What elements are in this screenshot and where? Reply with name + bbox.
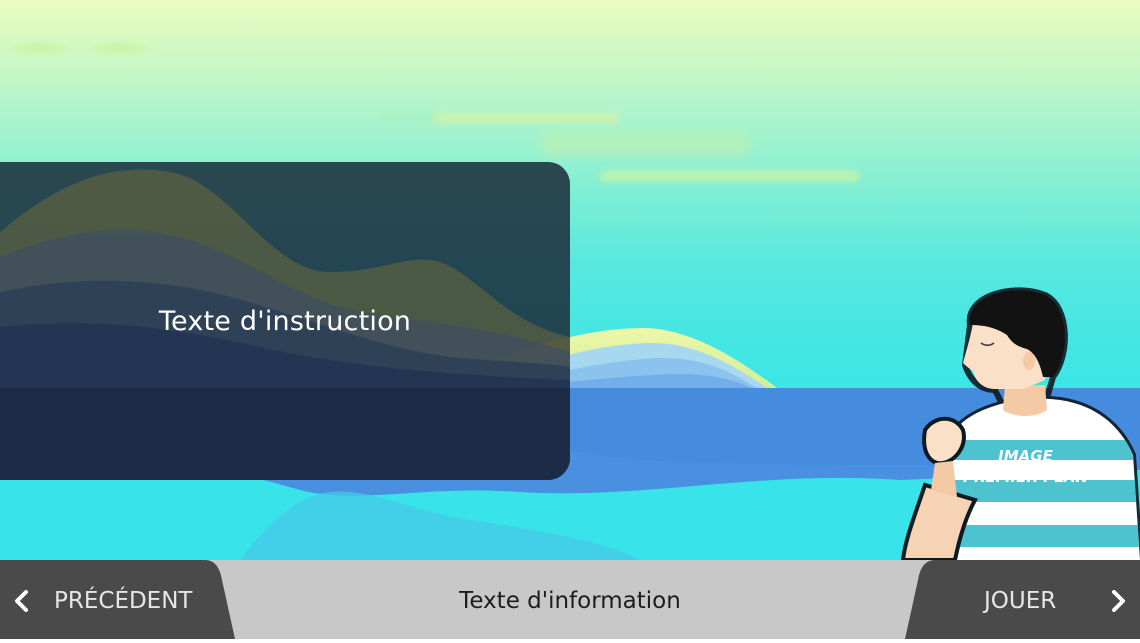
previous-button-label: PRÉCÉDENT	[54, 588, 193, 614]
chevron-right-icon	[1112, 590, 1125, 612]
foreground-image-label-line1: IMAGE	[998, 447, 1053, 465]
play-button[interactable]: JOUER	[905, 560, 1140, 639]
foreground-character-image	[900, 287, 1140, 560]
play-button-label: JOUER	[984, 588, 1057, 614]
information-text: Texte d'information	[459, 588, 681, 614]
foreground-image-label: IMAGE PREMIER PLAN	[948, 446, 1103, 488]
foreground-image-label-line2: PREMIER PLAN	[962, 468, 1089, 486]
background-scene: Texte d'instruction IMAGE PREMIER PLAN	[0, 0, 1140, 560]
chevron-left-icon	[15, 590, 28, 612]
instruction-panel: Texte d'instruction	[0, 162, 570, 480]
instruction-text: Texte d'instruction	[158, 305, 412, 337]
previous-button[interactable]: PRÉCÉDENT	[0, 560, 230, 639]
bottom-navigation-bar: PRÉCÉDENT Texte d'information JOUER	[0, 560, 1140, 639]
